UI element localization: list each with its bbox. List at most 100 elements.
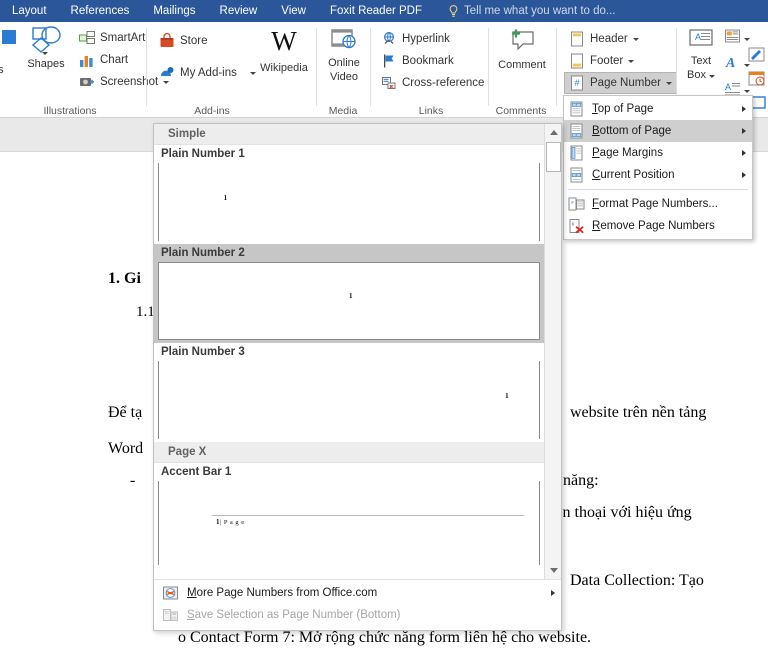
page-number-caret[interactable] (665, 81, 672, 85)
menu-item-remove-page-numbers[interactable]: # Remove Page Numbers (564, 215, 752, 237)
gallery-item-title: Plain Number 3 (161, 346, 245, 358)
shapes-button[interactable]: Shapes (18, 26, 74, 70)
preview-page-number: 1| P a g e (216, 517, 245, 526)
smartart-label: SmartArt (100, 32, 146, 44)
group-divider-5 (556, 28, 557, 106)
shapes-dropdown-caret[interactable] (42, 46, 48, 58)
doc-line: 1.1 (136, 304, 155, 320)
cross-reference-button[interactable]: Cross-reference (378, 72, 487, 94)
svg-text:#: # (572, 222, 575, 228)
date-time-button[interactable] (748, 70, 766, 93)
tab-references[interactable]: References (59, 0, 142, 22)
wordart-button[interactable]: A (724, 54, 750, 76)
ribbon-group-add-ins: Store My Add-ins W Wikipedia Add-ins (152, 22, 308, 118)
footer-label: Footer (590, 55, 624, 67)
links-buttons: Hyperlink Bookmark Cross-reference (378, 28, 487, 94)
header-footer-buttons: Header Footer # Page Number (564, 28, 677, 94)
wikipedia-button[interactable]: W Wikipedia (256, 28, 312, 75)
header-icon (569, 31, 585, 47)
wordart-icon: A (724, 54, 741, 76)
gallery-item-preview: 1 (158, 163, 540, 241)
shapes-label: Shapes (27, 58, 65, 70)
doc-line: Data Collection: Tạo (570, 572, 704, 589)
preview-accent-line (212, 514, 524, 516)
footer-caret[interactable] (628, 59, 635, 63)
doc-line: - (130, 472, 136, 489)
svg-text:A: A (725, 82, 731, 92)
gallery-item-plain-number-1[interactable]: Plain Number 1 1 (154, 145, 544, 244)
pictures-button-partial[interactable]: es (0, 64, 4, 76)
hyperlink-button[interactable]: Hyperlink (378, 28, 487, 50)
quick-parts-caret[interactable] (744, 37, 750, 41)
group-label-comments: Comments (495, 105, 547, 117)
gallery-footer-commands: More Page Numbers from Office.com Save S… (154, 579, 561, 628)
svg-text:#: # (576, 133, 578, 137)
menu-item-label: Format Page Numbers... (592, 198, 718, 210)
tab-layout[interactable]: Layout (0, 0, 59, 22)
tab-mailings[interactable]: Mailings (141, 0, 207, 22)
tab-review[interactable]: Review (208, 0, 270, 22)
header-caret[interactable] (632, 37, 639, 41)
comment-icon (507, 28, 537, 57)
group-label-media: Media (328, 105, 358, 117)
svg-text:A: A (695, 32, 701, 42)
menu-item-bottom-of-page[interactable]: # Bottom of Page (564, 120, 752, 142)
menu-item-page-margins[interactable]: Page Margins (564, 142, 752, 164)
text-box-button[interactable]: A Text Box (680, 28, 722, 81)
gallery-scrollbar[interactable] (544, 124, 561, 579)
gallery-item-accent-bar-1[interactable]: Accent Bar 1 1| P a g e (154, 463, 544, 568)
lightbulb-icon (448, 4, 459, 18)
store-label: Store (180, 35, 208, 47)
page-number-button[interactable]: # Page Number (564, 72, 677, 94)
cross-reference-label: Cross-reference (402, 77, 485, 89)
screenshot-label: Screenshot (100, 76, 159, 88)
scrollbar-thumb[interactable] (546, 142, 561, 172)
comment-button[interactable]: Comment (494, 28, 550, 71)
save-selection-icon (162, 607, 179, 624)
tab-foxit-reader-pdf[interactable]: Foxit Reader PDF (318, 0, 434, 22)
scroll-down-arrow[interactable] (545, 562, 561, 579)
gallery-item-plain-number-3[interactable]: Plain Number 3 1 (154, 343, 544, 442)
svg-text:A: A (725, 56, 735, 71)
page-current-icon: # (568, 167, 585, 184)
screenshot-icon (79, 74, 95, 90)
scroll-up-arrow[interactable] (545, 124, 561, 141)
group-label-links: Links (418, 105, 444, 117)
bookmark-button[interactable]: Bookmark (378, 50, 487, 72)
online-video-label-line2: Video (330, 71, 358, 83)
menu-item-format-page-numbers[interactable]: # Format Page Numbers... (564, 193, 752, 215)
doc-line: 1. Gi (108, 270, 141, 287)
smartart-icon (79, 30, 95, 46)
quick-parts-button[interactable] (724, 28, 750, 50)
store-button[interactable]: Store My Add-ins (156, 30, 259, 84)
submenu-arrow-icon (742, 106, 746, 112)
format-page-numbers-icon: # (568, 196, 585, 213)
my-add-ins-caret[interactable] (249, 71, 256, 75)
save-selection-command: Save Selection as Page Number (Bottom) (154, 604, 561, 626)
page-bottom-icon: # (568, 123, 585, 140)
page-number-label: Page Number (590, 77, 661, 89)
header-button[interactable]: Header (566, 28, 677, 50)
menu-separator (568, 189, 748, 190)
menu-item-top-of-page[interactable]: # Top of Page (564, 98, 752, 120)
icons-glyph-partial (2, 30, 16, 44)
my-add-ins-button[interactable]: My Add-ins (156, 62, 259, 84)
quick-parts-icon (724, 28, 741, 50)
preview-page-number: 1 (505, 392, 509, 401)
menu-item-label: Remove Page Numbers (592, 220, 715, 232)
online-video-button[interactable]: Online Video (322, 28, 366, 83)
menu-item-current-position[interactable]: # Current Position (564, 164, 752, 186)
group-label-illustrations: Illustrations (43, 105, 97, 117)
tell-me-box[interactable]: Tell me what you want to do... (448, 4, 616, 18)
svg-text:#: # (576, 173, 578, 177)
more-page-numbers-command[interactable]: More Page Numbers from Office.com (154, 582, 561, 604)
my-add-ins-label: My Add-ins (180, 67, 237, 79)
submenu-arrow-icon (742, 128, 746, 134)
ribbon-group-comments: Comment Comments (490, 22, 552, 118)
tab-view[interactable]: View (269, 0, 318, 22)
comment-label: Comment (498, 59, 546, 71)
footer-button[interactable]: Footer (566, 50, 677, 72)
chart-icon (79, 52, 95, 68)
gallery-item-plain-number-2[interactable]: Plain Number 2 1 (154, 244, 544, 343)
signature-line-button[interactable] (748, 46, 766, 69)
